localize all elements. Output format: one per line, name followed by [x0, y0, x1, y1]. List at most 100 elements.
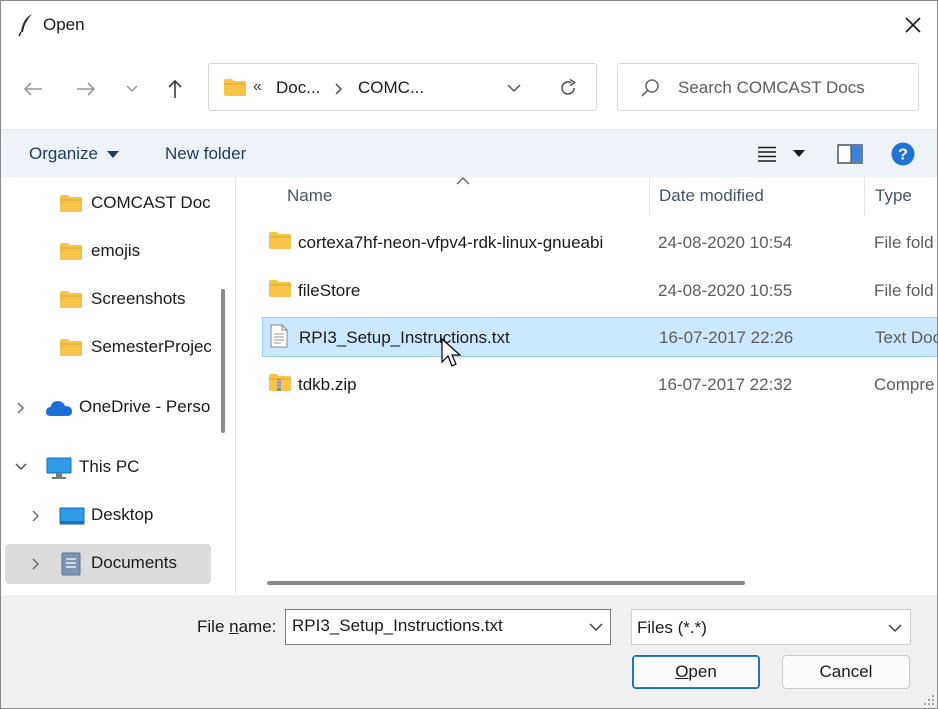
- navigation-pane-scrollbar[interactable]: [221, 289, 225, 433]
- back-button[interactable]: [19, 75, 47, 103]
- sidebar-item-documents[interactable]: Documents: [5, 544, 211, 584]
- sidebar-item-label: SemesterProjec: [91, 337, 211, 356]
- file-row[interactable]: fileStore 24-08-2020 10:55 File fold: [262, 271, 937, 311]
- folder-icon: [60, 291, 82, 308]
- title-bar: Open: [1, 1, 937, 49]
- breadcrumb-overflow[interactable]: «: [253, 78, 262, 96]
- sidebar-item-screenshots[interactable]: Screenshots: [5, 280, 211, 320]
- sidebar-item-label: Desktop: [91, 505, 154, 524]
- file-date: 24-08-2020 10:55: [658, 281, 793, 300]
- file-type: Compre: [874, 375, 935, 394]
- file-name-dropdown-button[interactable]: [582, 610, 610, 644]
- file-name: fileStore: [298, 281, 361, 300]
- sidebar-item-emojis[interactable]: emojis: [5, 232, 211, 272]
- chevron-down-icon: [888, 624, 902, 633]
- file-type: Text Doc: [875, 328, 937, 347]
- open-button[interactable]: Open: [632, 655, 760, 689]
- close-icon: [905, 17, 921, 33]
- sidebar-item-label: emojis: [91, 241, 141, 260]
- computer-icon: [46, 457, 72, 479]
- file-type-select[interactable]: Files (*.*): [631, 609, 911, 645]
- mouse-pointer-icon: [441, 338, 461, 367]
- column-label: Date modified: [659, 186, 764, 205]
- organize-label: Organize: [29, 144, 98, 163]
- text-file-icon: [270, 324, 288, 348]
- sidebar-item-label: Screenshots: [91, 289, 186, 308]
- refresh-icon[interactable]: [558, 78, 578, 98]
- file-type-value: Files (*.*): [637, 618, 707, 637]
- sidebar-item-label: OneDrive - Perso: [79, 397, 211, 416]
- breadcrumb-comcast[interactable]: COMC...: [358, 78, 424, 98]
- file-list: Name Date modified Type cortexa7hf-neon-…: [242, 177, 937, 595]
- organize-button[interactable]: Organize: [29, 144, 119, 164]
- address-dropdown-icon[interactable]: [507, 84, 521, 93]
- zip-folder-icon: [269, 374, 291, 391]
- sidebar-item-semesterproject[interactable]: SemesterProjec: [5, 328, 211, 368]
- up-button[interactable]: [161, 75, 189, 103]
- arrow-right-icon: [77, 82, 96, 96]
- arrow-left-icon: [23, 82, 42, 96]
- sidebar-item-label: COMCAST Doc: [91, 193, 211, 212]
- chevron-right-icon[interactable]: [17, 402, 25, 414]
- folder-icon: [269, 232, 291, 249]
- dialog-footer: File name: Files (*.*) Open Cancel: [1, 595, 937, 708]
- file-date: 24-08-2020 10:54: [658, 233, 793, 252]
- navigation-pane: COMCAST Doc emojis Screenshots SemesterP…: [1, 177, 241, 595]
- arrow-up-icon: [168, 79, 182, 98]
- file-type: File fold: [874, 233, 934, 252]
- file-name: tdkb.zip: [298, 375, 357, 394]
- svg-text:?: ?: [898, 147, 908, 164]
- file-list-horizontal-scrollbar[interactable]: [267, 581, 745, 585]
- recent-locations-button[interactable]: [118, 75, 146, 103]
- folder-icon: [60, 339, 82, 356]
- file-row-selected[interactable]: RPI3_Setup_Instructions.txt 16-07-2017 2…: [262, 317, 937, 357]
- column-label: Type: [875, 186, 912, 205]
- file-type: File fold: [874, 281, 934, 300]
- column-header-name[interactable]: Name: [266, 177, 648, 217]
- onedrive-cloud-icon: [46, 401, 72, 416]
- search-input[interactable]: Search COMCAST Docs: [678, 78, 865, 98]
- folder-icon: [224, 79, 246, 96]
- breadcrumb-documents[interactable]: Doc...: [276, 78, 320, 98]
- chevron-right-icon[interactable]: [32, 510, 40, 522]
- search-box[interactable]: Search COMCAST Docs: [617, 63, 919, 111]
- chevron-right-icon: [335, 83, 342, 95]
- cancel-button[interactable]: Cancel: [782, 655, 910, 689]
- sidebar-item-onedrive[interactable]: OneDrive - Perso: [5, 388, 211, 428]
- view-options-caret-icon[interactable]: [793, 150, 805, 157]
- chevron-down-icon[interactable]: [15, 463, 27, 471]
- sidebar-item-this-pc[interactable]: This PC: [5, 448, 211, 488]
- file-name-input[interactable]: [292, 616, 572, 636]
- file-date: 16-07-2017 22:26: [659, 328, 794, 347]
- file-row[interactable]: cortexa7hf-neon-vfpv4-rdk-linux-gnueabi …: [262, 223, 937, 263]
- file-row[interactable]: tdkb.zip 16-07-2017 22:32 Compre: [262, 365, 937, 405]
- desktop-icon: [59, 507, 85, 525]
- address-bar[interactable]: « Doc... COMC...: [208, 63, 597, 111]
- sidebar-item-desktop[interactable]: Desktop: [5, 496, 211, 536]
- file-date: 16-07-2017 22:32: [658, 375, 793, 394]
- preview-pane-icon[interactable]: [837, 144, 863, 164]
- sidebar-item-label: This PC: [79, 457, 140, 476]
- new-folder-button[interactable]: New folder: [165, 144, 246, 164]
- navigation-bar: « Doc... COMC... Search COMCAST Docs: [1, 49, 937, 129]
- column-header-date[interactable]: Date modified: [650, 177, 864, 217]
- command-bar: Organize New folder ?: [1, 129, 937, 178]
- sidebar-item-label: Documents: [91, 553, 177, 572]
- file-name: cortexa7hf-neon-vfpv4-rdk-linux-gnueabi: [298, 233, 604, 252]
- feather-icon: [18, 14, 32, 37]
- sidebar-item-comcast-docs[interactable]: COMCAST Doc: [5, 184, 211, 224]
- help-icon[interactable]: ?: [891, 142, 915, 166]
- column-label: Name: [287, 186, 333, 205]
- view-menu-icon[interactable]: [758, 146, 776, 162]
- pane-splitter[interactable]: [235, 177, 236, 595]
- forward-button[interactable]: [72, 75, 100, 103]
- chevron-right-icon[interactable]: [32, 558, 40, 570]
- folder-icon: [269, 280, 291, 297]
- documents-icon: [61, 552, 81, 576]
- window-title: Open: [43, 15, 85, 34]
- close-button[interactable]: [889, 1, 937, 49]
- column-header-type[interactable]: Type: [865, 177, 937, 217]
- resize-grip-icon[interactable]: [921, 692, 935, 706]
- open-dialog: Open « Doc... COMC... Search COMCAST Doc…: [0, 0, 938, 709]
- file-name-combobox[interactable]: [285, 609, 611, 645]
